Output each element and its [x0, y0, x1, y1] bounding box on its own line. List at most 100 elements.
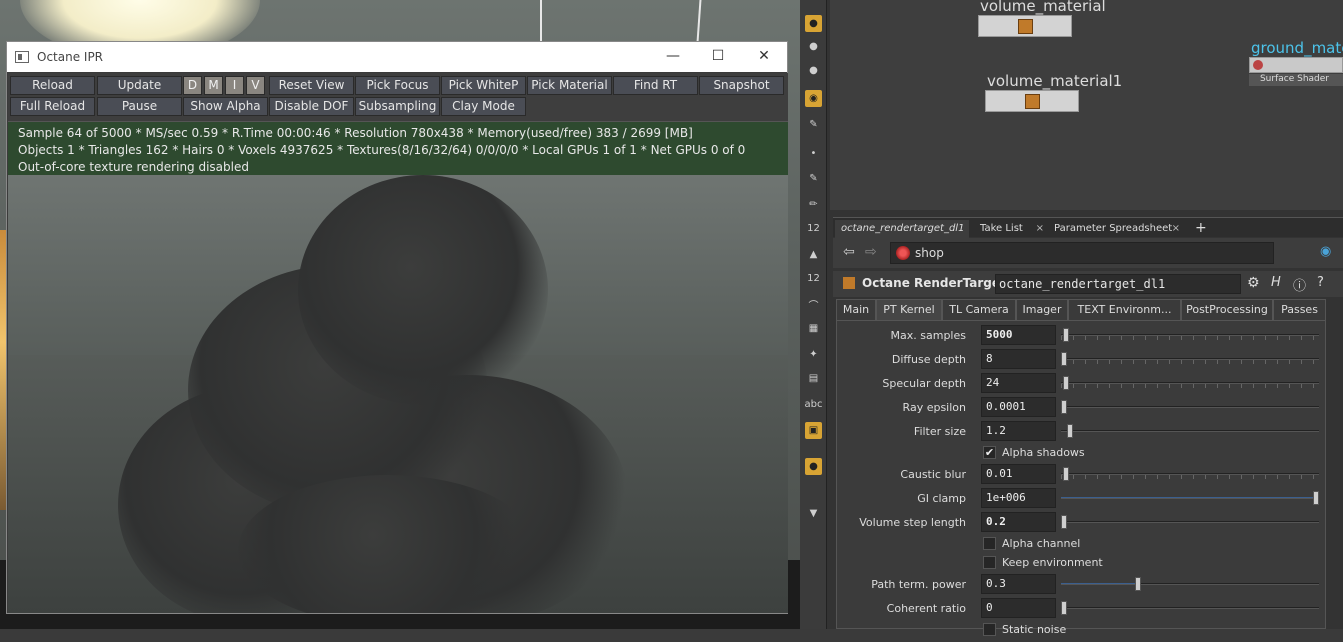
param-slider[interactable] — [1061, 515, 1319, 529]
param-field[interactable]: 0.01 — [981, 464, 1056, 484]
maximize-button[interactable]: ☐ — [695, 41, 741, 71]
param-slider[interactable] — [1061, 601, 1319, 615]
back-arrow-icon[interactable]: ⇦ — [843, 244, 855, 260]
node-volume-material[interactable] — [978, 15, 1072, 37]
checkbox[interactable]: ✔ — [983, 446, 996, 459]
gear-icon[interactable]: ⚙ — [1247, 275, 1260, 291]
show-alpha-button[interactable]: Show Alpha — [183, 97, 268, 116]
param-field[interactable]: 0.3 — [981, 574, 1056, 594]
param-field[interactable]: 1.2 — [981, 421, 1056, 441]
pen-icon[interactable]: ✎ — [805, 170, 822, 187]
checkbox[interactable] — [983, 537, 996, 550]
close-icon[interactable]: × — [1036, 220, 1044, 238]
param-field[interactable]: 5000 — [981, 325, 1056, 345]
tab-passes[interactable]: Passes — [1273, 299, 1326, 320]
param-field[interactable]: 1e+006 — [981, 488, 1056, 508]
grid-icon[interactable]: ▦ — [805, 320, 822, 337]
render-icon[interactable]: ◉ — [805, 90, 822, 107]
pick-focus-button[interactable]: Pick Focus — [355, 76, 440, 95]
update-button[interactable]: Update — [97, 76, 182, 95]
slider-handle[interactable] — [1061, 515, 1067, 529]
pencil-icon[interactable]: ✏ — [805, 196, 822, 213]
disable-dof-button[interactable]: Disable DOF — [269, 97, 354, 116]
transform-icon[interactable]: ✦ — [805, 346, 822, 363]
tab-parameter-spreadsheet[interactable]: Parameter Spreadsheet × — [1048, 220, 1180, 238]
chevron-down-icon[interactable]: ▼ — [805, 505, 822, 522]
slider-handle[interactable] — [1063, 467, 1069, 481]
layers-icon[interactable]: ▤ — [805, 370, 822, 387]
pick-material-button[interactable]: Pick Material — [527, 76, 612, 95]
dot-icon[interactable]: • — [805, 145, 822, 162]
slider-handle[interactable] — [1063, 376, 1069, 390]
param-field[interactable]: 0.0001 — [981, 397, 1056, 417]
param-slider[interactable] — [1061, 577, 1319, 591]
close-icon[interactable]: × — [1172, 220, 1180, 238]
slider-handle[interactable] — [1061, 601, 1067, 615]
param-slider[interactable] — [1061, 328, 1319, 342]
tab-text-environment[interactable]: TEXT Environm... — [1068, 299, 1181, 320]
tab-pt-kernel[interactable]: PT Kernel — [876, 299, 942, 320]
slider-handle[interactable] — [1067, 424, 1073, 438]
link-icon[interactable]: ◉ — [1320, 244, 1331, 259]
close-button[interactable]: ✕ — [741, 41, 787, 71]
param-field[interactable]: 0 — [981, 598, 1056, 618]
info-icon[interactable]: ⓘ — [1293, 275, 1306, 294]
tab-rendertarget[interactable]: octane_rendertarget_dl1× — [835, 220, 969, 252]
number-tool[interactable]: 12 — [805, 220, 822, 237]
param-field[interactable]: 0.2 — [981, 512, 1056, 532]
scrollbar[interactable] — [1328, 300, 1343, 629]
slider-handle[interactable] — [1135, 577, 1141, 591]
slider-handle[interactable] — [1063, 328, 1069, 342]
find-rt-button[interactable]: Find RT — [613, 76, 698, 95]
surface-shader-output[interactable]: Surface Shader — [1249, 74, 1343, 86]
param-slider[interactable] — [1061, 491, 1319, 505]
param-field[interactable]: 8 — [981, 349, 1056, 369]
network-path[interactable]: shop — [890, 242, 1274, 264]
point-light-icon[interactable]: ● — [805, 62, 822, 79]
reset-view-button[interactable]: Reset View — [269, 76, 354, 95]
pick-whitep-button[interactable]: Pick WhiteP — [441, 76, 526, 95]
minimize-button[interactable]: — — [650, 41, 696, 71]
forward-arrow-icon[interactable]: ⇨ — [865, 244, 877, 260]
bucket-icon[interactable]: ▲ — [805, 246, 822, 263]
question-icon[interactable]: ? — [1317, 275, 1324, 290]
param-slider[interactable] — [1061, 467, 1319, 481]
subsampling-button[interactable]: Subsampling — [355, 97, 440, 116]
light-probe-icon[interactable]: ● — [805, 458, 822, 475]
image-icon[interactable]: ▣ — [805, 422, 822, 439]
add-tab-button[interactable]: + — [1189, 220, 1213, 238]
help-h-icon[interactable]: H — [1271, 275, 1281, 290]
slider-handle[interactable] — [1061, 352, 1067, 366]
clay-mode-button[interactable]: Clay Mode — [441, 97, 526, 116]
text-tool[interactable]: abc — [805, 396, 823, 413]
checkbox[interactable] — [983, 623, 996, 636]
i-button[interactable]: I — [225, 76, 244, 95]
node-volume-material1[interactable] — [985, 90, 1079, 112]
d-button[interactable]: D — [183, 76, 202, 95]
slider-handle[interactable] — [1061, 400, 1067, 414]
tab-main[interactable]: Main — [836, 299, 876, 320]
v-button[interactable]: V — [246, 76, 265, 95]
param-slider[interactable] — [1061, 400, 1319, 414]
slider-handle[interactable] — [1313, 491, 1319, 505]
node-ground-material[interactable] — [1249, 57, 1343, 73]
full-reload-button[interactable]: Full Reload — [10, 97, 95, 116]
pause-button[interactable]: Pause — [97, 97, 182, 116]
snapshot-button[interactable]: Snapshot — [699, 76, 784, 95]
tab-tl-camera[interactable]: TL Camera — [942, 299, 1016, 320]
param-field[interactable]: 24 — [981, 373, 1056, 393]
m-button[interactable]: M — [204, 76, 223, 95]
param-slider[interactable] — [1061, 424, 1319, 438]
checkbox[interactable] — [983, 556, 996, 569]
reload-button[interactable]: Reload — [10, 76, 95, 95]
param-slider[interactable] — [1061, 376, 1319, 390]
curve-icon[interactable]: ⌒ — [805, 296, 822, 313]
brush-icon[interactable]: ✎ — [805, 116, 822, 133]
lightbulb-icon[interactable]: ● — [805, 38, 822, 55]
node-name-field[interactable]: octane_rendertarget_dl1 — [995, 274, 1241, 294]
tab-imager[interactable]: Imager — [1016, 299, 1068, 320]
light-icon[interactable]: ● — [805, 15, 822, 32]
node-graph[interactable] — [830, 0, 1343, 210]
render-view[interactable] — [8, 175, 788, 613]
number-tool[interactable]: 12 — [805, 270, 822, 287]
